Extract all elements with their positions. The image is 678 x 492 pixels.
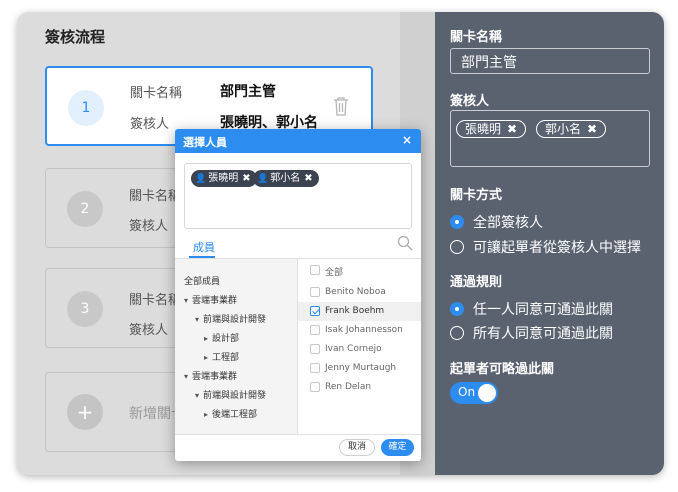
step-name-label: 關卡名稱 <box>130 86 183 101</box>
plus-icon: + <box>67 394 103 430</box>
step-name-value: 部門主管 <box>220 84 276 100</box>
checkbox[interactable] <box>310 325 320 335</box>
caret-down-icon[interactable]: ▾ <box>195 391 199 400</box>
close-icon[interactable]: × <box>402 133 412 147</box>
checkbox-checked[interactable] <box>310 306 320 316</box>
person-option[interactable]: 全部 <box>298 261 421 280</box>
divider <box>175 434 421 435</box>
dialog-title: 選擇人員 <box>183 136 227 149</box>
selected-people-box: 👤 張曉明 ✖ 👤 郭小名 ✖ <box>184 163 412 229</box>
chip-close-icon[interactable]: ✖ <box>242 173 250 184</box>
checkbox[interactable] <box>310 287 320 297</box>
settings-mode-label: 關卡方式 <box>450 188 503 203</box>
tree-node[interactable]: ▾ 雲端事業群 <box>184 293 237 306</box>
tree-node[interactable]: 全部成員 <box>184 274 220 287</box>
step-number: 2 <box>67 191 103 227</box>
approver-tag-field[interactable]: 張曉明 ✖ 郭小名 ✖ <box>450 110 650 167</box>
person-option[interactable]: Ivan Cornejo <box>298 340 421 359</box>
step-number: 1 <box>68 90 104 126</box>
step-approver-label: 簽核人 <box>129 323 169 338</box>
person-option[interactable]: Isak Johannesson <box>298 321 421 340</box>
approver-tag: 張曉明 ✖ <box>456 120 527 138</box>
step-name-input[interactable]: 部門主管 <box>450 48 650 74</box>
mode-option-choose[interactable]: 可讓起單者從簽核人中選擇 <box>450 237 641 257</box>
skip-toggle[interactable]: On <box>450 382 498 404</box>
tree-node[interactable]: ▸ 工程部 <box>204 350 239 363</box>
user-icon: 👤 <box>195 174 207 184</box>
confirm-button[interactable]: 確定 <box>381 439 414 456</box>
selected-person-chip: 👤 郭小名 ✖ <box>253 170 319 187</box>
settings-rule-label: 通過規則 <box>450 275 503 290</box>
selected-person-chip: 👤 張曉明 ✖ <box>191 170 257 187</box>
caret-down-icon[interactable]: ▾ <box>195 315 199 324</box>
step-approver-label: 簽核人 <box>129 219 169 234</box>
caret-down-icon[interactable]: ▾ <box>184 296 188 305</box>
radio-selected-icon <box>450 302 464 316</box>
caret-right-icon[interactable]: ▸ <box>204 334 208 343</box>
tree-node[interactable]: ▾ 前端與設計開發 <box>195 312 266 325</box>
search-icon[interactable] <box>397 235 413 251</box>
step-settings-panel: 關卡名稱 部門主管 簽核人 張曉明 ✖ 郭小名 ✖ 關卡方式 全部簽核人 可讓起單者… <box>435 12 664 475</box>
mode-option-all[interactable]: 全部簽核人 <box>450 212 543 232</box>
tag-close-icon[interactable]: ✖ <box>587 122 597 136</box>
step-approver-label: 簽核人 <box>130 117 170 132</box>
user-icon: 👤 <box>257 174 269 184</box>
person-option[interactable]: Benito Noboa <box>298 283 421 302</box>
chip-close-icon[interactable]: ✖ <box>304 173 312 184</box>
tree-node[interactable]: ▾ 雲端事業群 <box>184 369 237 382</box>
dialog-header: 選擇人員 × <box>175 129 421 153</box>
caret-right-icon[interactable]: ▸ <box>204 353 208 362</box>
tree-node[interactable]: ▾ 前端與設計開發 <box>195 388 266 401</box>
tag-close-icon[interactable]: ✖ <box>507 122 517 136</box>
settings-approvers-label: 簽核人 <box>450 94 490 109</box>
caret-right-icon[interactable]: ▸ <box>204 410 208 419</box>
checkbox[interactable] <box>310 344 320 354</box>
person-option[interactable]: Ren Delan <box>298 378 421 397</box>
radio-icon <box>450 240 464 254</box>
trash-icon[interactable] <box>333 96 349 116</box>
caret-down-icon[interactable]: ▾ <box>184 372 188 381</box>
toggle-state-label: On <box>458 385 476 399</box>
tab-members[interactable]: 成員 <box>193 239 215 255</box>
step-name-label: 關卡名稱 <box>129 293 182 308</box>
approver-tag: 郭小名 ✖ <box>536 120 607 138</box>
toggle-knob <box>478 384 496 402</box>
checkbox[interactable] <box>310 382 320 392</box>
checkbox[interactable] <box>310 363 320 373</box>
tree-node[interactable]: ▸ 後端工程部 <box>204 407 257 420</box>
settings-name-label: 關卡名稱 <box>450 30 503 45</box>
flow-title: 簽核流程 <box>45 28 106 46</box>
tree-node[interactable]: ▸ 設計部 <box>204 331 239 344</box>
org-tree: 全部成員 ▾ 雲端事業群 ▾ 前端與設計開發 ▸ 設計部 ▸ 工程部 ▾ 雲端事業群 ▾ 前… <box>175 259 297 434</box>
checkbox[interactable] <box>310 265 320 275</box>
rule-option-any[interactable]: 任一人同意可通過此關 <box>450 299 613 319</box>
settings-skip-label: 起單者可略過此關 <box>450 362 555 377</box>
rule-option-all[interactable]: 所有人同意可通過此關 <box>450 323 613 343</box>
radio-icon <box>450 326 464 340</box>
person-option[interactable]: Frank Boehm <box>298 302 421 321</box>
person-option[interactable]: Jenny Murtaugh <box>298 359 421 378</box>
select-people-dialog: 選擇人員 × 👤 張曉明 ✖ 👤 郭小名 ✖ 成員 全部成員 ▾ 雲端事業群 ▾ 前端與設計… <box>175 129 421 461</box>
step-number: 3 <box>67 291 103 327</box>
step-name-label: 關卡名稱 <box>129 189 182 204</box>
cancel-button[interactable]: 取消 <box>339 439 375 456</box>
radio-selected-icon <box>450 215 464 229</box>
